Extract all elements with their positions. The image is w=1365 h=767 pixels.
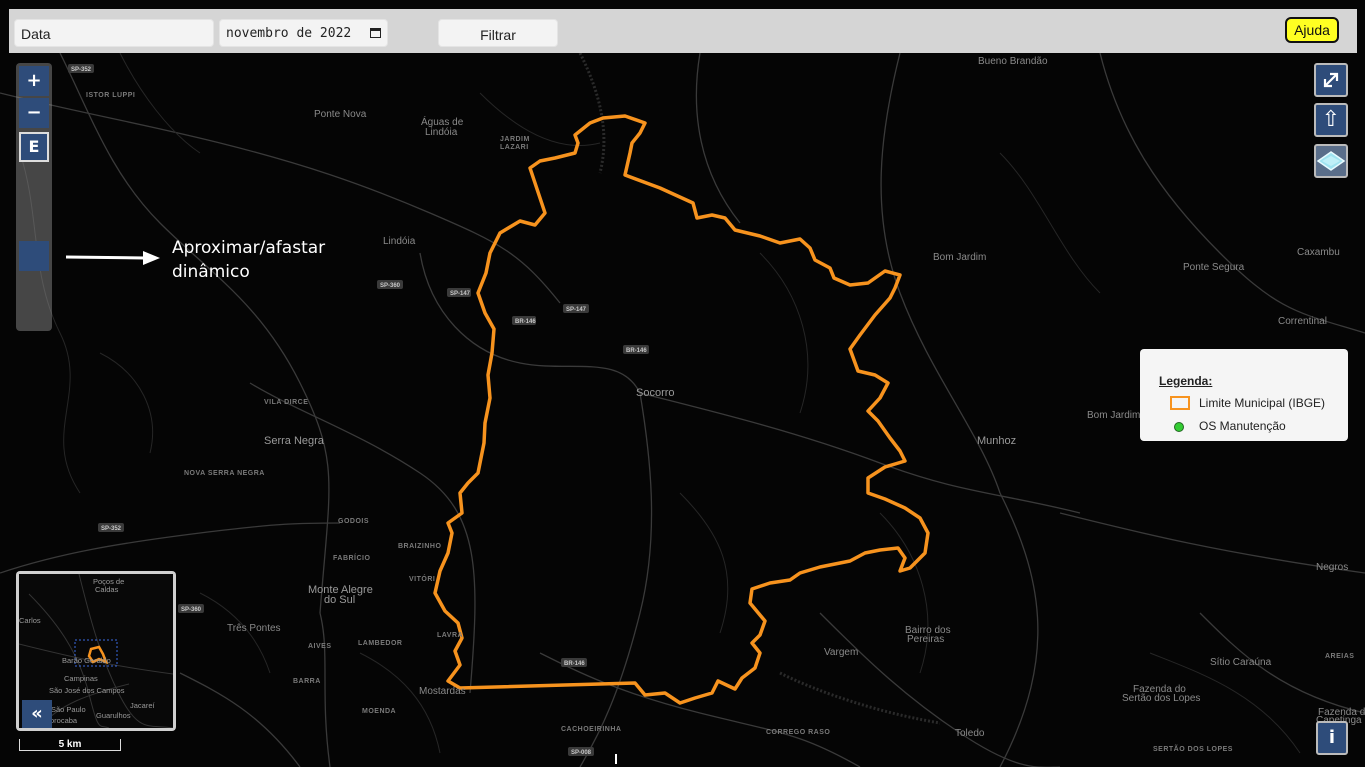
- overview-place: Campinas: [64, 674, 98, 683]
- overview-place: Barão Geraldo: [62, 656, 111, 665]
- overview-place: Jacareí: [130, 701, 156, 710]
- top-toolbar: Data novembro de 2022 Filtrar Ajuda: [9, 9, 1357, 53]
- place-label: Serra Negra: [264, 435, 325, 447]
- annotation-line-1: Aproximar/afastar: [172, 238, 326, 258]
- place-label: JARDIM: [500, 136, 530, 143]
- place-label: FABRÍCIO: [333, 553, 371, 562]
- home-extent-button[interactable]: ⇧: [1314, 103, 1348, 137]
- filter-button[interactable]: Filtrar: [438, 19, 558, 47]
- up-arrow-icon: ⇧: [1321, 107, 1341, 132]
- road-shield: SP-147: [566, 307, 587, 313]
- date-field[interactable]: Data: [14, 19, 214, 47]
- legend-item-label: OS Manutenção: [1199, 419, 1286, 433]
- place-label: Mostardas: [419, 686, 466, 697]
- place-label: Caxambu: [1297, 247, 1340, 258]
- overview-map-panel: Poços de Caldas Barão Geraldo Campinas S…: [16, 571, 176, 731]
- place-label: Vargem: [824, 647, 858, 658]
- annotation-line-2: dinâmico: [172, 262, 250, 282]
- month-value: novembro de 2022: [226, 26, 352, 41]
- place-label: Negros: [1316, 562, 1348, 573]
- place-label: Correntinal: [1278, 316, 1327, 327]
- place-label: LAVRA: [437, 632, 463, 639]
- place-label: VITÓRI: [409, 574, 435, 583]
- annotation-arrow: [65, 251, 160, 265]
- layers-button[interactable]: [1314, 144, 1348, 178]
- help-button[interactable]: Ajuda: [1285, 17, 1339, 43]
- road-shield: SP-360: [380, 283, 401, 289]
- expand-icon: [1323, 72, 1339, 88]
- place-label: SERTÃO DOS LOPES: [1153, 744, 1233, 753]
- road-shield: SP-352: [101, 526, 122, 532]
- road-shield: BR-146: [515, 319, 536, 325]
- place-label: GODOIS: [338, 518, 369, 525]
- place-label: Munhoz: [977, 435, 1016, 447]
- place-label: NOVA SERRA NEGRA: [184, 470, 265, 477]
- place-label: Três Pontes: [227, 623, 281, 634]
- place-label: LAZARI: [500, 144, 529, 151]
- road-shield: SP-352: [71, 67, 92, 73]
- collapse-overview-button[interactable]: «: [22, 700, 52, 728]
- zoom-slider-handle[interactable]: [19, 241, 49, 271]
- scale-bar: 5 km: [19, 739, 121, 751]
- road-shield: SP-008: [571, 750, 592, 756]
- zoom-out-button[interactable]: −: [19, 98, 49, 128]
- place-label: Bom Jardim: [933, 252, 986, 263]
- place-label: Lindóia: [383, 236, 416, 247]
- zoom-in-button[interactable]: +: [19, 66, 49, 96]
- road-shield: BR-146: [626, 348, 647, 354]
- green-dot-icon: [1174, 422, 1184, 432]
- overview-place: Carlos: [19, 616, 41, 625]
- road-shield: SP-360: [181, 607, 202, 613]
- overview-place: Guarulhos: [96, 711, 131, 720]
- place-label: Bueno Brandão: [978, 56, 1048, 67]
- place-label: VILA DIRCE: [264, 399, 308, 406]
- fullscreen-button[interactable]: [1314, 63, 1348, 97]
- legend-item-boundary: Limite Municipal (IBGE): [1140, 395, 1348, 413]
- place-label: MOENDA: [362, 708, 396, 715]
- place-label: BRAIZINHO: [398, 543, 441, 550]
- place-label: Lindóia: [425, 127, 458, 138]
- overview-place: São José dos Campos: [49, 686, 125, 695]
- cursor-marker: [615, 754, 617, 764]
- legend-panel: Legenda: Limite Municipal (IBGE) OS Manu…: [1140, 349, 1348, 441]
- month-input[interactable]: novembro de 2022: [219, 19, 388, 47]
- info-button[interactable]: i: [1316, 721, 1348, 755]
- place-label: Pereiras: [907, 634, 944, 645]
- place-label: AREIAS: [1325, 653, 1354, 660]
- place-label: LAMBEDOR: [358, 640, 402, 647]
- place-label: ISTOR LUPPI: [86, 92, 135, 99]
- layers-icon: [1316, 151, 1346, 171]
- overview-map[interactable]: Poços de Caldas Barão Geraldo Campinas S…: [19, 574, 173, 728]
- place-label: Toledo: [955, 728, 985, 739]
- overview-place: São Paulo: [51, 705, 86, 714]
- road-shield: SP-147: [450, 291, 471, 297]
- place-label: BARRA: [293, 678, 321, 685]
- place-label: do Sul: [324, 594, 355, 606]
- place-label: Ponte Nova: [314, 109, 367, 120]
- place-label: AIVES: [308, 643, 332, 650]
- calendar-icon[interactable]: [370, 27, 381, 38]
- boundary-swatch-icon: [1170, 396, 1190, 410]
- zoom-annotation: Aproximar/afastar dinâmico: [172, 236, 372, 284]
- zoom-control: + − E: [16, 63, 52, 331]
- place-label: Sertão dos Lopes: [1122, 693, 1200, 704]
- zoom-extent-button[interactable]: E: [19, 132, 49, 162]
- place-label: Ponte Segura: [1183, 262, 1245, 273]
- road-shield: BR-146: [564, 661, 585, 667]
- place-label: CORREGO RASO: [766, 729, 830, 736]
- place-label: Bom Jardim: [1087, 410, 1140, 421]
- place-label: Sítio Caraúna: [1210, 657, 1272, 668]
- legend-item-os: OS Manutenção: [1140, 418, 1348, 436]
- municipal-boundary[interactable]: [433, 114, 930, 705]
- legend-title: Legenda:: [1159, 374, 1213, 388]
- city-label-socorro: Socorro: [636, 387, 675, 399]
- overview-place: Caldas: [95, 585, 119, 594]
- place-label: CACHOEIRINHA: [561, 726, 621, 733]
- legend-item-label: Limite Municipal (IBGE): [1199, 396, 1326, 410]
